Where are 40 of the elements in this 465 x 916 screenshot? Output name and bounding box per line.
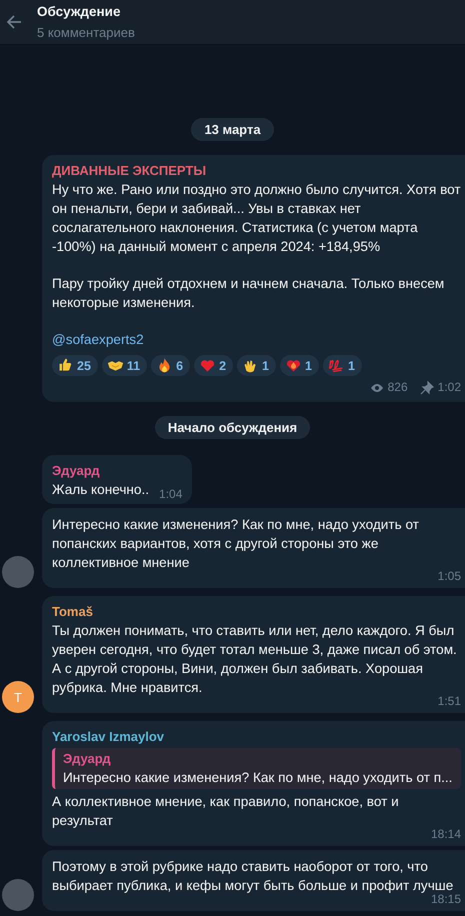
reaction-button[interactable]: 1 bbox=[322, 355, 362, 376]
message-text: А коллективное мнение, как правило, попанское, вот и результат bbox=[52, 793, 400, 830]
message-time: 18:14 bbox=[430, 827, 461, 841]
reaction-button[interactable]: 2 bbox=[194, 355, 234, 376]
post-text: Пару тройку дней отдохнем и начнем сначала. Только внесем некоторые изменения. bbox=[52, 275, 446, 312]
avatar-photo-placeholder[interactable] bbox=[2, 556, 34, 588]
channel-link[interactable]: @sofaexperts2 bbox=[52, 332, 144, 347]
reaction-button[interactable]: 25 bbox=[52, 355, 98, 376]
message-text: Интересно какие изменения? Как по мне, надо уходить от попанских вариантов, хотя с другой стороны это же коллективное мнение bbox=[52, 516, 420, 572]
message-time: 1:05 bbox=[438, 569, 461, 583]
heart-icon bbox=[199, 357, 216, 374]
reaction-button[interactable]: 6 bbox=[151, 355, 190, 376]
pin-icon bbox=[420, 380, 434, 394]
message-text: Поэтому в этой рубрике надо ставить наоборот от того, что выбирает публика, и кефы могут быть больше и профит лучше bbox=[52, 858, 454, 894]
message-text: Жаль конечно.. bbox=[52, 481, 150, 499]
back-arrow-icon[interactable] bbox=[5, 13, 23, 31]
reaction-button[interactable]: 1 bbox=[237, 355, 276, 376]
message-time: 1:04 bbox=[159, 487, 182, 501]
reaction-button[interactable]: 1 bbox=[280, 355, 319, 376]
message-text: Ты должен понимать, что ставить или нет, дело каждого. Я был уверен сегодня, что будет тотал меньше 3, даже писал об этом. А с другой стороны, Вини, должен был забивать. Хорошая рубрика. Мне нравится. bbox=[52, 622, 458, 696]
quote-text: Интересно какие изменения? Как по мне, надо уходить от п... bbox=[63, 769, 454, 787]
heart-fire-icon bbox=[284, 357, 302, 374]
reaction-button[interactable]: 11 bbox=[102, 355, 148, 376]
chat-title: Обсуждение bbox=[37, 2, 122, 20]
message-time: 18:15 bbox=[430, 892, 461, 906]
date-badge: 13 марта bbox=[191, 118, 274, 141]
author-name[interactable]: Yaroslav Izmaylov bbox=[52, 728, 461, 746]
message-time: 1:51 bbox=[438, 694, 461, 708]
author-name[interactable]: Tomaš bbox=[52, 603, 461, 621]
comment-count: 5 комментариев bbox=[37, 24, 135, 42]
post-text: Ну что же. Рано или поздно это должно было случится. Хотя вот он пенальти, бери и забивай... Увы в ставках нет сослагательного наклонения. Статистика (с учетом марта -100%) на данный момент с апреля 2024: +184,95% bbox=[52, 181, 461, 256]
reply-quote[interactable]: Эдуард Интересно какие изменения? Как по мне, надо уходить от п... bbox=[52, 748, 461, 789]
quote-author: Эдуард bbox=[63, 750, 112, 768]
message-time: 1:02 bbox=[438, 379, 461, 396]
avatar-photo-placeholder[interactable] bbox=[2, 879, 34, 911]
hundred-icon bbox=[328, 357, 345, 374]
author-name[interactable]: Эдуард bbox=[52, 462, 182, 480]
view-count: 826 bbox=[388, 379, 408, 396]
channel-name[interactable]: ДИВАННЫЕ ЭКСПЕРТЫ bbox=[52, 162, 461, 180]
discussion-start-badge: Начало обсуждения bbox=[154, 416, 310, 439]
